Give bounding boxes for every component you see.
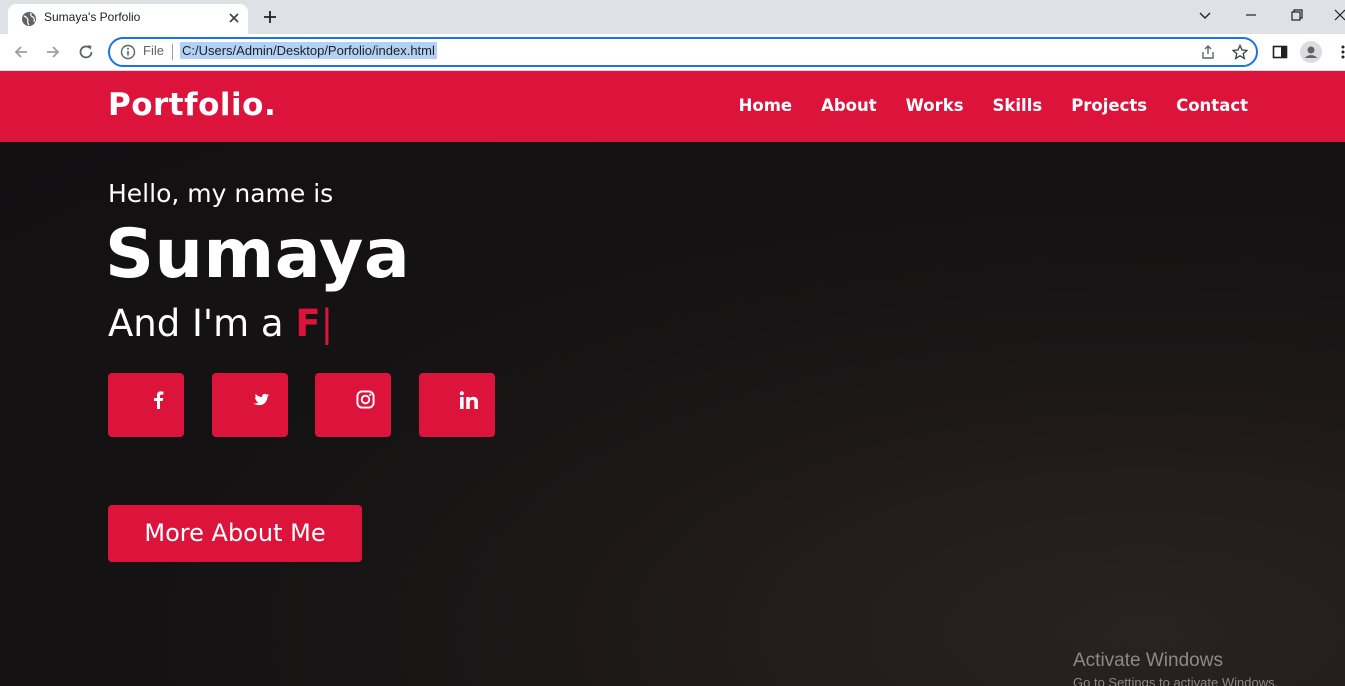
forward-icon[interactable]	[44, 43, 62, 61]
url-scheme-label: File	[143, 43, 164, 58]
browser-tab-strip: Sumaya's Porfolio	[0, 0, 1345, 34]
side-panel-icon[interactable]	[1271, 43, 1289, 61]
browser-tab[interactable]: Sumaya's Porfolio	[8, 4, 248, 34]
kebab-menu-icon[interactable]	[1336, 43, 1345, 61]
hero-role: And I'm a F|	[108, 302, 333, 345]
linkedin-link[interactable]	[419, 373, 495, 437]
nav-projects[interactable]: Projects	[1071, 96, 1147, 115]
site-logo[interactable]: Portfolio.	[108, 87, 276, 123]
linkedin-icon	[459, 391, 478, 409]
facebook-icon	[154, 391, 164, 409]
nav-about[interactable]: About	[821, 96, 877, 115]
tab-search-chevron-icon[interactable]	[1193, 5, 1217, 25]
url-separator	[172, 44, 173, 60]
share-icon[interactable]	[1200, 44, 1216, 60]
nav-contact[interactable]: Contact	[1176, 96, 1248, 115]
nav-skills[interactable]: Skills	[993, 96, 1043, 115]
more-about-me-button[interactable]: More About Me	[108, 505, 362, 562]
bookmark-star-icon[interactable]	[1232, 44, 1248, 60]
address-bar[interactable]: File C:/Users/Admin/Desktop/Porfolio/ind…	[108, 37, 1258, 67]
twitter-icon	[253, 393, 270, 406]
info-icon[interactable]	[120, 44, 136, 60]
url-text[interactable]: C:/Users/Admin/Desktop/Porfolio/index.ht…	[180, 42, 437, 59]
watermark-subtitle: Go to Settings to activate Windows.	[1073, 675, 1279, 686]
hero-section: Hello, my name is Sumaya And I'm a F| Mo…	[0, 142, 1345, 686]
nav-home[interactable]: Home	[739, 96, 793, 115]
back-icon[interactable]	[12, 43, 30, 61]
twitter-link[interactable]	[212, 373, 288, 437]
nav-menu: Home About Works Skills Projects Contact	[739, 96, 1248, 115]
hero-name: Sumaya	[105, 215, 411, 294]
watermark-title: Activate Windows	[1073, 650, 1223, 671]
restore-icon[interactable]	[1285, 5, 1309, 25]
instagram-icon	[356, 390, 375, 409]
nav-works[interactable]: Works	[906, 96, 964, 115]
profile-avatar-icon[interactable]	[1300, 41, 1322, 63]
tab-title: Sumaya's Porfolio	[44, 10, 141, 24]
windows-activation-watermark: Activate Windows Go to Settings to activ…	[1073, 650, 1278, 686]
social-links	[108, 373, 508, 437]
hero-greeting: Hello, my name is	[108, 179, 334, 208]
close-window-icon[interactable]	[1330, 5, 1345, 25]
instagram-link[interactable]	[315, 373, 391, 437]
site-navbar: Portfolio. Home About Works Skills Proje…	[0, 71, 1345, 142]
minimize-icon[interactable]	[1239, 5, 1263, 25]
reload-icon[interactable]	[77, 43, 95, 61]
close-tab-icon[interactable]	[226, 10, 242, 26]
facebook-link[interactable]	[108, 373, 184, 437]
role-prefix: And I'm a	[108, 302, 284, 345]
browser-toolbar: File C:/Users/Admin/Desktop/Porfolio/ind…	[0, 34, 1345, 71]
typing-cursor: |	[320, 302, 334, 345]
globe-icon	[22, 12, 36, 26]
role-typed-text: F	[295, 302, 321, 345]
new-tab-icon[interactable]	[260, 7, 280, 27]
